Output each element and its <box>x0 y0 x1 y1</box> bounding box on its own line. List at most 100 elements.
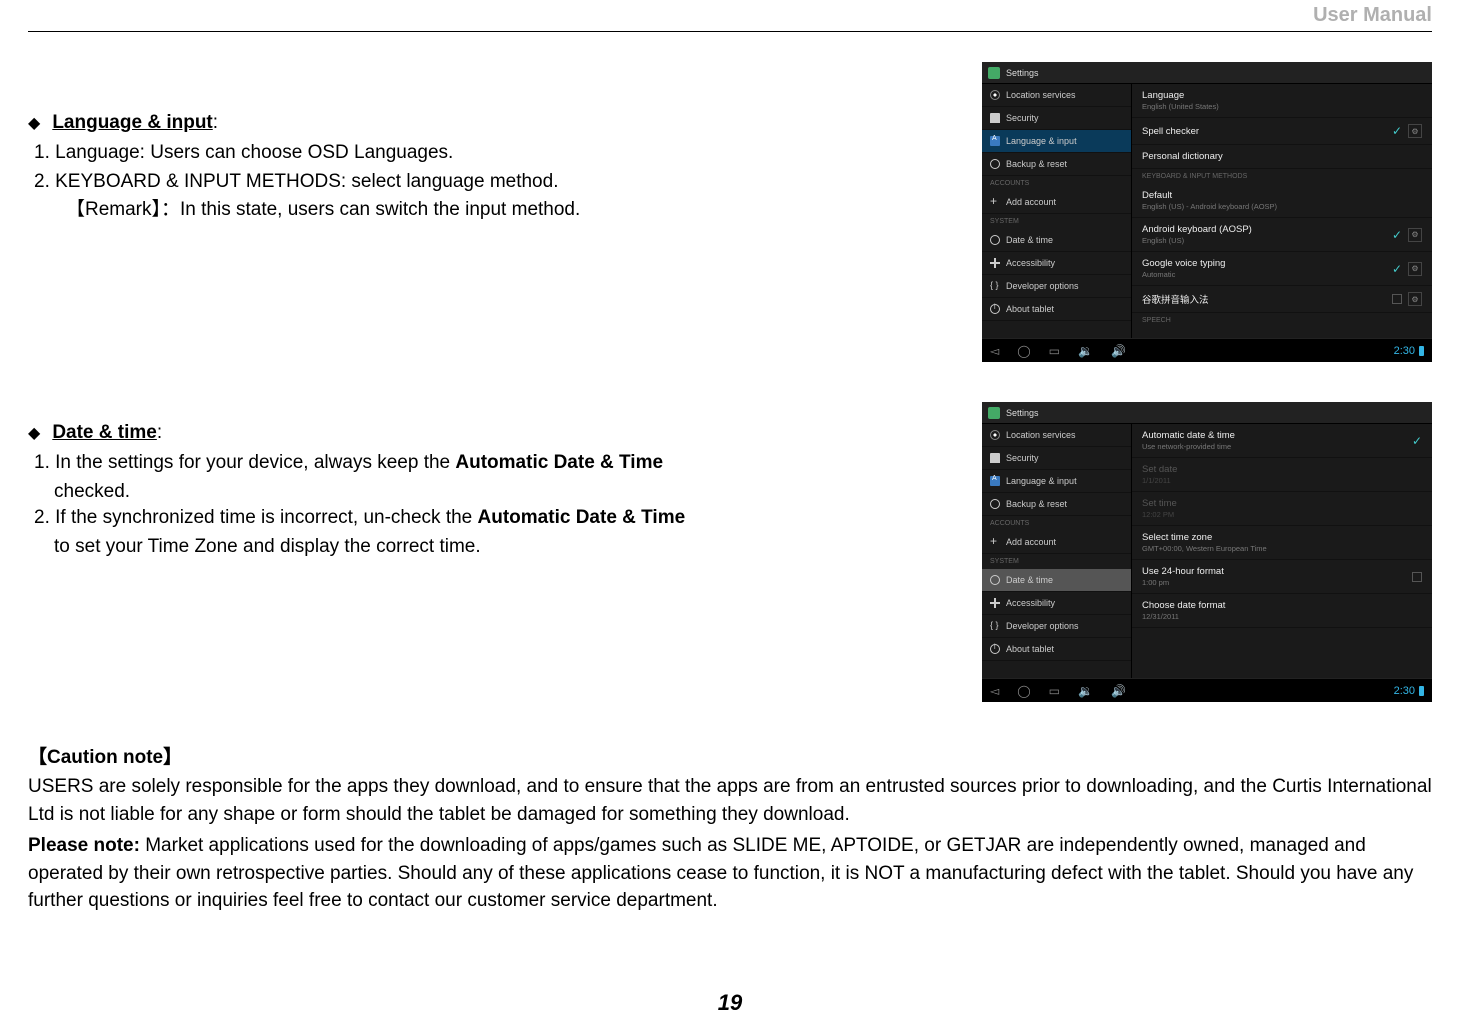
section1-heading: Language & input: <box>52 112 218 134</box>
row-personal-dict[interactable]: Personal dictionary <box>1132 145 1432 169</box>
developer-icon: { } <box>990 281 1000 291</box>
section1-item1: 1. Language: Users can choose OSD Langua… <box>34 140 828 167</box>
battery-icon <box>1419 686 1424 696</box>
sidebar-item-location[interactable]: Location services <box>982 424 1131 447</box>
sidebar-item-security[interactable]: Security <box>982 447 1131 470</box>
shot2-header: Settings <box>982 402 1432 424</box>
sidebar-item-about[interactable]: About tablet <box>982 638 1131 661</box>
sidebar-cat-system: SYSTEM <box>982 554 1131 569</box>
settings-small-icon[interactable]: ⚙ <box>1408 228 1422 242</box>
sidebar-item-add-account[interactable]: +Add account <box>982 191 1131 214</box>
sidebar-item-security[interactable]: Security <box>982 107 1131 130</box>
sidebar-item-accessibility[interactable]: Accessibility <box>982 252 1131 275</box>
lock-icon <box>990 113 1000 123</box>
sidebar-item-accessibility[interactable]: Accessibility <box>982 592 1131 615</box>
screenshot-date-time: Settings Location services Security Lang… <box>982 402 1432 702</box>
check-icon: ✓ <box>1392 124 1402 138</box>
sidebar-cat-accounts: ACCOUNTS <box>982 516 1131 531</box>
check-icon[interactable]: ✓ <box>1412 434 1422 448</box>
page-header: User Manual <box>28 0 1432 32</box>
sidebar-item-developer[interactable]: { }Developer options <box>982 275 1131 298</box>
row-google-voice[interactable]: Google voice typingAutomatic✓⚙ <box>1132 252 1432 286</box>
shot1-header: Settings <box>982 62 1432 84</box>
row-language[interactable]: LanguageEnglish (United States) <box>1132 84 1432 118</box>
settings-small-icon[interactable]: ⚙ <box>1408 124 1422 138</box>
nav-vol-down-icon[interactable]: 🔉 <box>1078 344 1093 358</box>
check-empty-icon[interactable] <box>1412 572 1422 582</box>
row-24hour[interactable]: Use 24-hour format1:00 pm <box>1132 560 1432 594</box>
row-auto-datetime[interactable]: Automatic date & timeUse network-provide… <box>1132 424 1432 458</box>
row-timezone[interactable]: Select time zoneGMT+00:00, Western Europ… <box>1132 526 1432 560</box>
shot1-navbar: ◅ ◯ ▭ 🔉 🔊 2:30 <box>982 338 1432 362</box>
content-cat-keyboard: KEYBOARD & INPUT METHODS <box>1132 169 1432 184</box>
diamond-icon: ◆ <box>28 113 40 133</box>
nav-back-icon[interactable]: ◅ <box>990 344 999 358</box>
row-android-keyboard[interactable]: Android keyboard (AOSP)English (US)✓⚙ <box>1132 218 1432 252</box>
sidebar-item-developer[interactable]: { }Developer options <box>982 615 1131 638</box>
sidebar-item-location[interactable]: Location services <box>982 84 1131 107</box>
section2-item2-cont: to set your Time Zone and display the co… <box>54 534 828 561</box>
nav-home-icon[interactable]: ◯ <box>1017 344 1030 358</box>
nav-recent-icon[interactable]: ▭ <box>1049 684 1060 698</box>
sidebar-item-add-account[interactable]: +Add account <box>982 531 1131 554</box>
language-icon <box>990 136 1000 146</box>
caution-body1: USERS are solely responsible for the app… <box>28 773 1432 828</box>
section2-text: ◆ Date & time: 1. In the settings for yo… <box>28 402 828 560</box>
sidebar-item-language[interactable]: Language & input <box>982 470 1131 493</box>
settings-app-icon <box>988 67 1000 79</box>
location-icon <box>990 90 1000 100</box>
header-title: User Manual <box>1313 4 1432 26</box>
section2-item2: 2. If the synchronized time is incorrect… <box>34 505 828 532</box>
settings-small-icon[interactable]: ⚙ <box>1408 262 1422 276</box>
language-icon <box>990 476 1000 486</box>
sidebar-item-backup[interactable]: Backup & reset <box>982 493 1131 516</box>
row-pinyin[interactable]: 谷歌拼音输入法⚙ <box>1132 286 1432 313</box>
settings-app-icon <box>988 407 1000 419</box>
row-set-date[interactable]: Set date1/1/2011 <box>1132 458 1432 492</box>
sidebar-item-backup[interactable]: Backup & reset <box>982 153 1131 176</box>
settings-small-icon[interactable]: ⚙ <box>1408 292 1422 306</box>
sidebar-item-language[interactable]: Language & input <box>982 130 1131 153</box>
sidebar-cat-accounts: ACCOUNTS <box>982 176 1131 191</box>
sidebar-item-datetime[interactable]: Date & time <box>982 229 1131 252</box>
about-icon <box>990 304 1000 314</box>
nav-vol-up-icon[interactable]: 🔊 <box>1111 684 1126 698</box>
section-language-input: ◆ Language & input: 1. Language: Users c… <box>28 62 1432 362</box>
row-default-keyboard[interactable]: DefaultEnglish (US) - Android keyboard (… <box>1132 184 1432 218</box>
check-icon: ✓ <box>1392 228 1402 242</box>
location-icon <box>990 430 1000 440</box>
section2-item1-cont: checked. <box>54 479 828 506</box>
plus-icon: + <box>990 537 1000 547</box>
screenshot-language-input: Settings Location services Security Lang… <box>982 62 1432 362</box>
caution-heading: 【Caution note】 <box>28 742 1432 769</box>
diamond-icon: ◆ <box>28 423 40 443</box>
nav-vol-up-icon[interactable]: 🔊 <box>1111 344 1126 358</box>
section2-item1: 1. In the settings for your device, alwa… <box>34 450 828 477</box>
sidebar-cat-system: SYSTEM <box>982 214 1131 229</box>
row-set-time[interactable]: Set time12:02 PM <box>1132 492 1432 526</box>
battery-icon <box>1419 346 1424 356</box>
backup-icon <box>990 159 1000 169</box>
row-date-format[interactable]: Choose date format12/31/2011 <box>1132 594 1432 628</box>
lock-icon <box>990 453 1000 463</box>
shot2-sidebar: Location services Security Language & in… <box>982 424 1132 678</box>
shot1-title: Settings <box>1006 68 1039 78</box>
row-spellchecker[interactable]: Spell checker✓⚙ <box>1132 118 1432 145</box>
nav-back-icon[interactable]: ◅ <box>990 684 999 698</box>
sidebar-item-about[interactable]: About tablet <box>982 298 1131 321</box>
sidebar-item-datetime[interactable]: Date & time <box>982 569 1131 592</box>
clock-icon <box>990 235 1000 245</box>
developer-icon: { } <box>990 621 1000 631</box>
shot2-content: Automatic date & timeUse network-provide… <box>1132 424 1432 678</box>
accessibility-icon <box>990 258 1000 268</box>
section1-item2: 2. KEYBOARD & INPUT METHODS: select lang… <box>34 169 828 196</box>
backup-icon <box>990 499 1000 509</box>
check-empty-icon[interactable] <box>1392 294 1402 304</box>
check-icon: ✓ <box>1392 262 1402 276</box>
caution-section: 【Caution note】 USERS are solely responsi… <box>28 742 1432 915</box>
shot2-title: Settings <box>1006 408 1039 418</box>
accessibility-icon <box>990 598 1000 608</box>
nav-recent-icon[interactable]: ▭ <box>1049 344 1060 358</box>
nav-home-icon[interactable]: ◯ <box>1017 684 1030 698</box>
nav-vol-down-icon[interactable]: 🔉 <box>1078 684 1093 698</box>
